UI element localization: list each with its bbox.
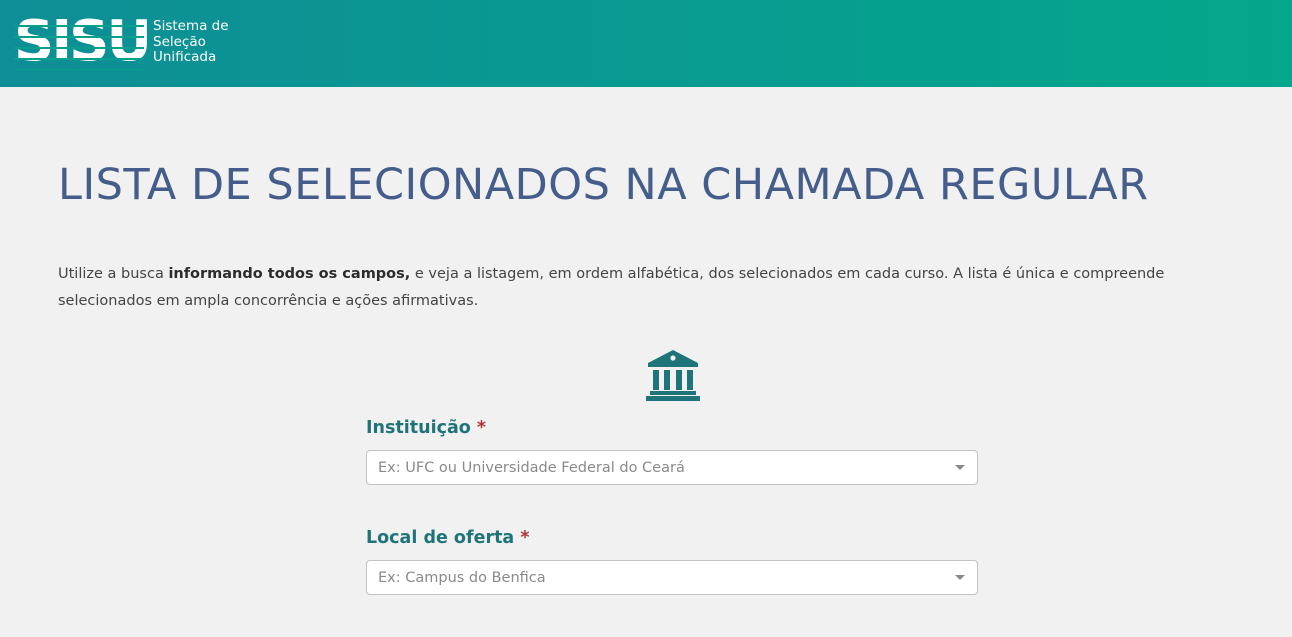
local-oferta-label: Local de oferta * bbox=[366, 528, 530, 548]
instituicao-label: Instituição * bbox=[366, 418, 486, 438]
institution-icon bbox=[646, 350, 700, 401]
required-marker: * bbox=[476, 418, 487, 438]
local-oferta-label-text: Local de oferta bbox=[366, 528, 515, 548]
required-marker: * bbox=[520, 528, 530, 548]
local-oferta-placeholder: Ex: Campus do Benfica bbox=[378, 570, 546, 586]
chevron-down-icon[interactable] bbox=[955, 465, 965, 470]
instituicao-label-text: Instituição bbox=[366, 418, 471, 438]
page-title: LISTA DE SELECIONADOS NA CHAMADA REGULAR bbox=[58, 160, 1149, 210]
logo-tagline-line: Sistema de bbox=[153, 18, 229, 34]
intro-text: Utilize a busca informando todos os camp… bbox=[58, 261, 1258, 315]
chevron-down-icon[interactable] bbox=[955, 575, 965, 580]
site-header: SISU Sistema de Seleção Unificada bbox=[0, 0, 1292, 87]
intro-text-start: Utilize a busca bbox=[58, 266, 169, 282]
logo-tagline-line: Seleção bbox=[153, 33, 206, 50]
sisu-logo-letters: SISU bbox=[14, 9, 152, 74]
intro-text-emphasis: informando todos os campos, bbox=[168, 266, 411, 282]
sisu-logo[interactable]: SISU Sistema de Seleção Unificada bbox=[14, 14, 229, 70]
instituicao-select[interactable]: Ex: UFC ou Universidade Federal do Ceará bbox=[366, 450, 978, 485]
logo-tagline: Sistema de Seleção Unificada bbox=[153, 18, 229, 66]
logo-tagline-line: Unificada bbox=[153, 49, 217, 65]
sisu-logo-mark: SISU bbox=[14, 14, 152, 70]
local-oferta-select[interactable]: Ex: Campus do Benfica bbox=[366, 560, 978, 595]
instituicao-placeholder: Ex: UFC ou Universidade Federal do Ceará bbox=[378, 460, 685, 476]
